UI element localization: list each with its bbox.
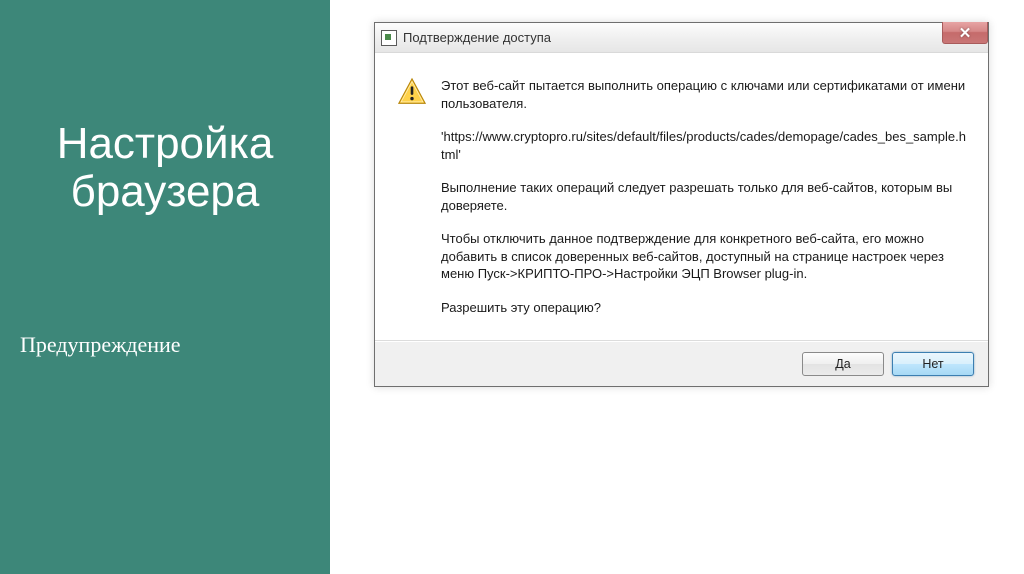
dialog-body: Этот веб-сайт пытается выполнить операци… — [375, 53, 988, 340]
close-icon: ✕ — [959, 24, 972, 42]
yes-button-label: Да — [835, 357, 850, 371]
dialog-message-1: Этот веб-сайт пытается выполнить операци… — [441, 77, 966, 112]
confirmation-dialog: Подтверждение доступа ✕ Этот веб-сайт пы… — [374, 22, 989, 387]
slide-subtitle: Предупреждение — [20, 332, 310, 358]
no-button[interactable]: Нет — [892, 352, 974, 376]
no-button-label: Нет — [922, 357, 943, 371]
dialog-footer: Да Нет — [375, 341, 988, 386]
dialog-url: 'https://www.cryptopro.ru/sites/default/… — [441, 128, 966, 163]
close-button[interactable]: ✕ — [942, 22, 988, 44]
dialog-message-4: Разрешить эту операцию? — [441, 299, 966, 317]
dialog-message-3: Чтобы отключить данное подтверждение для… — [441, 230, 966, 283]
warning-icon — [397, 77, 441, 107]
slide-left-panel: Настройка браузера Предупреждение — [0, 0, 330, 574]
app-icon — [381, 30, 397, 46]
slide-title: Настройка браузера — [20, 120, 310, 217]
dialog-title: Подтверждение доступа — [403, 30, 551, 45]
yes-button[interactable]: Да — [802, 352, 884, 376]
dialog-message-2: Выполнение таких операций следует разреш… — [441, 179, 966, 214]
dialog-titlebar[interactable]: Подтверждение доступа ✕ — [375, 23, 988, 53]
